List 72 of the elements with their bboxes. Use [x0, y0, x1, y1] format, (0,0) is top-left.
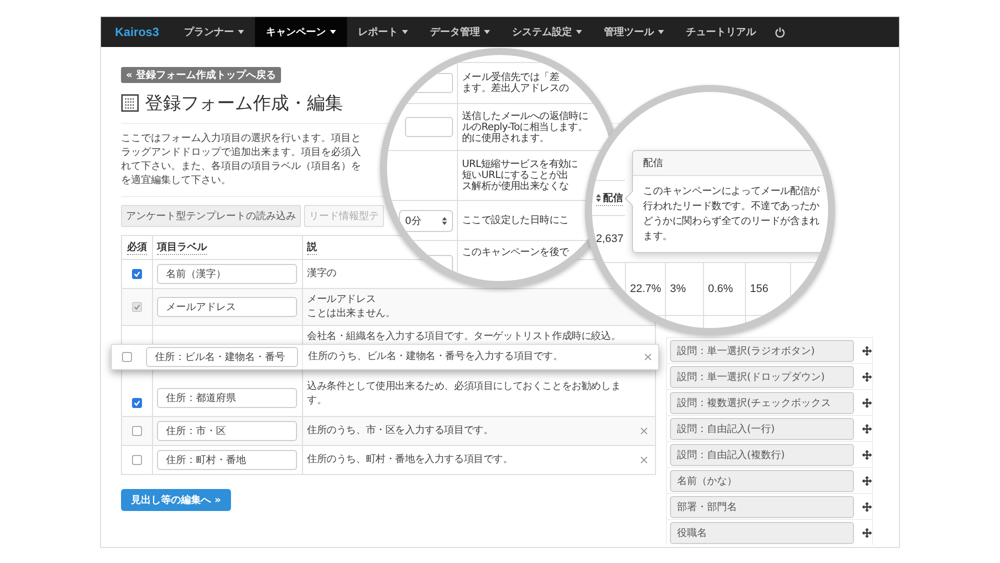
form-icon	[121, 94, 139, 112]
brand-logo[interactable]: Kairos3	[101, 17, 174, 47]
checkbox[interactable]	[122, 352, 132, 362]
palette-item[interactable]: 設問：単一選択(ラジオボタン)	[670, 340, 854, 362]
nav-menu-item[interactable]: プランナー	[173, 17, 256, 47]
popover-text: このキャンペーンによってメール配信が行われたリード数です。不達であったかどうかに関わらず全てのリードが含まれます。	[642, 185, 820, 244]
move-icon[interactable]	[862, 476, 872, 486]
item-description: ことは出来ません。	[307, 307, 396, 321]
column-header: 項目ラベル	[157, 240, 207, 255]
move-icon[interactable]	[862, 372, 872, 382]
palette-item[interactable]: 設問：自由記入(一行)	[670, 418, 854, 440]
item-description: メールアドレス	[307, 293, 377, 307]
nav-menu-item[interactable]: システム設定	[501, 17, 594, 47]
close-icon[interactable]	[644, 353, 652, 361]
page-title: 登録フォーム作成・編集	[145, 92, 343, 115]
nav-menu-item[interactable]: データ管理	[419, 17, 502, 47]
item-description: 会社名・組織名を入力する項目です。ターゲットリスト作成時に絞込。	[307, 330, 621, 344]
dragged-row[interactable]: 住所：ビル名・建物名・番号 住所のうち、ビル名・建物名・番号を入力する項目です。	[111, 344, 659, 370]
move-icon[interactable]	[862, 424, 872, 434]
item-description: 漢字の	[307, 267, 336, 281]
move-icon[interactable]	[862, 398, 872, 408]
label-field[interactable]: 住所：都道府県	[157, 388, 297, 408]
sort-icon[interactable]	[596, 194, 601, 202]
table-cell: 156	[750, 283, 768, 295]
nav-menu-item[interactable]: 管理ツール	[593, 17, 676, 47]
table-cell: 2,637	[596, 233, 624, 245]
palette-item[interactable]: 名前（かな）	[670, 470, 854, 492]
select-arrow-icon	[442, 216, 447, 224]
table-cell: 22.7%	[630, 283, 662, 295]
setting-description: URL短縮サービスを有効に 短いURLにすることが出 ス解析が使用出来なくな	[462, 159, 578, 192]
palette-item[interactable]: 設問：自由記入(複数行)	[670, 444, 854, 466]
table-cell: 0.6%	[708, 283, 734, 295]
column-header: 説	[307, 240, 317, 255]
column-header[interactable]: 配信	[596, 190, 623, 206]
checkbox[interactable]	[132, 426, 142, 436]
move-icon[interactable]	[862, 528, 872, 538]
description-text: ここではフォーム入力項目の選択を行います。項目と ラッグアンドドロップで追加出来ます。項目を必須入 れて下さい。また、各項目の項目ラベル（項目名）を を適宜編集して下さい。	[121, 132, 362, 188]
input-field[interactable]	[405, 117, 453, 137]
nav-menu-item[interactable]: レポート	[347, 17, 420, 47]
label-field[interactable]: 住所：町村・番地	[157, 450, 297, 470]
palette-item[interactable]: 設問：複数選択(チェックボックス	[670, 392, 854, 414]
move-icon[interactable]	[862, 450, 872, 460]
remove-icon[interactable]	[640, 427, 648, 435]
nav-menu-item[interactable]: チュートリアル	[675, 17, 768, 47]
label-field[interactable]: 住所：市・区	[157, 421, 297, 441]
setting-description: 送信したメールへの返信時に ルのReply-Toに相当します。 的に使用されます。	[462, 110, 588, 144]
item-description: 住所のうち、市・区を入力する項目です。	[307, 424, 494, 438]
setting-description: このキャンペーンを後で	[462, 247, 569, 258]
move-icon[interactable]	[862, 346, 872, 356]
column-header: 必須	[127, 240, 147, 255]
item-description: 住所のうち、ビル名・建物名・番号を入力する項目です。	[308, 350, 563, 364]
template-button[interactable]: アンケート型テンプレートの読み込み	[121, 205, 301, 227]
select-field[interactable]: 0分	[399, 210, 453, 232]
checkbox[interactable]	[132, 455, 142, 465]
checkbox[interactable]	[132, 269, 142, 279]
palette-item[interactable]: 役職名	[670, 522, 854, 544]
table-cell: 3%	[670, 283, 686, 295]
item-description: 込み条件として使用出来るため、必須項目にしておくことをお勧めしま	[307, 380, 621, 394]
checkbox[interactable]	[132, 398, 142, 408]
label-field[interactable]: 住所：ビル名・建物名・番号	[146, 347, 298, 367]
palette-item[interactable]: 設問：単一選択(ドロップダウン)	[670, 366, 854, 388]
move-icon[interactable]	[862, 502, 872, 512]
back-button[interactable]: « 登録フォーム作成トップへ戻る	[121, 67, 281, 83]
item-description: す。	[307, 394, 328, 408]
palette-item[interactable]: 部署・部門名	[670, 496, 854, 518]
label-field[interactable]: 名前（漢字）	[157, 264, 297, 284]
remove-icon[interactable]	[640, 456, 648, 464]
item-description: 住所のうち、町村・番地を入力する項目です。	[307, 453, 513, 467]
power-icon[interactable]	[775, 26, 786, 38]
nav-menu-item[interactable]: キャンペーン	[255, 17, 348, 47]
setting-description: ここで設定した日時にこ	[462, 215, 569, 226]
setting-description: メール受信先では「差 ます。差出人アドレスの	[462, 72, 569, 94]
